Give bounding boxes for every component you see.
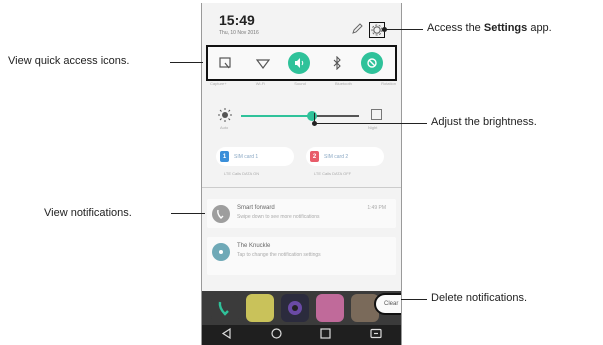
notification-panel: 15:49 Thu, 10 Nov 2016 Capture+ Wi-Fi So… [201, 3, 402, 345]
notification-title: The Knuckle [237, 243, 271, 249]
sim-2-label: SIM card 2 [324, 153, 349, 160]
notification-title: Smart forward [237, 205, 275, 211]
phone-forward-icon [212, 205, 230, 223]
gallery-app-icon[interactable] [316, 294, 344, 322]
qa-label: Rotation [381, 81, 396, 86]
brightness-slider-fill [241, 115, 312, 117]
back-icon[interactable] [221, 326, 232, 344]
qa-label: Sound [294, 81, 306, 86]
app-icon [212, 243, 230, 261]
qa-label: Capture+ [210, 81, 227, 86]
notification-item[interactable]: Smart forward Swipe down to see more not… [207, 199, 396, 228]
clock: 15:49 [219, 12, 255, 28]
callout-settings-bold: Settings [483, 22, 528, 34]
callout-delete: Delete notifications. [431, 292, 527, 304]
callout-settings-pre: Access the [427, 22, 484, 34]
wifi-icon[interactable] [252, 52, 274, 74]
rotation-icon[interactable] [361, 52, 383, 74]
qa-label: Bluetooth [335, 81, 352, 86]
callout-notifications: View notifications. [44, 207, 132, 219]
sim-card-1-button[interactable]: 1 SIM card 1 [216, 147, 294, 166]
callout-quick-access: View quick access icons. [8, 55, 130, 67]
sim-1-label: SIM card 1 [234, 153, 259, 160]
sim-switch-icon[interactable] [370, 326, 382, 344]
home-icon[interactable] [271, 326, 282, 344]
callout-settings: Access the Settings app. [427, 22, 552, 34]
phone-app-icon[interactable] [211, 294, 239, 322]
sim-card-2-button[interactable]: 2 SIM card 2 [306, 147, 384, 166]
quick-access-labels: Capture+ Wi-Fi Sound Bluetooth Rotation [210, 81, 396, 89]
home-dock [202, 291, 401, 325]
sim-2-tag: 2 [310, 151, 319, 162]
callout-line [401, 299, 427, 300]
notification-item[interactable]: The Knuckle Tap to change the notificati… [207, 237, 396, 275]
auto-brightness-checkbox[interactable] [371, 109, 382, 120]
messages-app-icon[interactable] [246, 294, 274, 322]
callout-line-vertical [314, 113, 315, 123]
callout-line [314, 123, 427, 124]
sound-icon[interactable] [288, 52, 310, 74]
sim-1-tag: 1 [220, 151, 229, 162]
camera-app-icon[interactable] [281, 294, 309, 322]
callout-line [171, 213, 205, 214]
notification-body: Swipe down to see more notifications [237, 214, 320, 220]
date-text: Thu, 10 Nov 2016 [219, 30, 259, 36]
brightness-slider-knob[interactable] [306, 111, 317, 121]
sim-1-status: LTE Calls DATA ON [224, 171, 260, 176]
brightness-auto-label: Auto [220, 125, 229, 130]
brightness-control: Auto Night [214, 103, 392, 137]
notification-body: Tap to change the notification settings [237, 252, 321, 258]
bluetooth-icon[interactable] [326, 52, 348, 74]
notification-time: 1:49 PM [367, 205, 386, 211]
brightness-slider[interactable] [241, 111, 359, 121]
notification-divider [202, 187, 401, 188]
screen-capture-icon[interactable] [214, 52, 236, 74]
sim-2-status: LTE Calls DATA OFF [314, 171, 352, 176]
navigation-bar [202, 325, 401, 345]
pencil-icon[interactable] [350, 22, 364, 36]
qa-label: Wi-Fi [255, 81, 266, 86]
brightness-end-label: Night [368, 125, 378, 130]
callout-line [170, 62, 203, 63]
callout-line [385, 29, 423, 30]
clear-notifications-button[interactable]: Clear [374, 293, 401, 315]
callout-settings-post: app. [527, 22, 552, 34]
quick-access-bar [206, 45, 397, 81]
recent-apps-icon[interactable] [320, 326, 331, 344]
callout-brightness: Adjust the brightness. [431, 116, 537, 128]
